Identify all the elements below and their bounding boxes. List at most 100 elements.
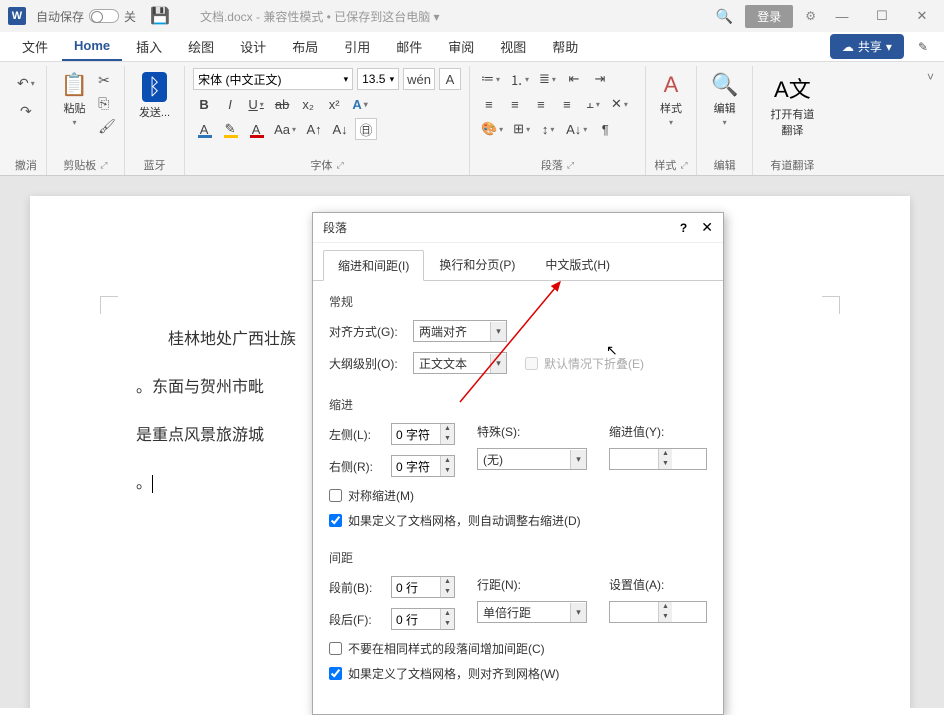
font-color-button[interactable]: A: [245, 118, 267, 140]
alignment-select[interactable]: 两端对齐▾: [413, 320, 507, 342]
save-icon[interactable]: 💾: [150, 6, 170, 26]
bluetooth-send-button[interactable]: ᛒ 发送...: [133, 68, 176, 153]
spin-up-icon[interactable]: ▲: [441, 577, 454, 587]
spin-down-icon[interactable]: ▼: [441, 434, 454, 444]
tab-line-break[interactable]: 换行和分页(P): [424, 249, 530, 280]
mirror-indent-checkbox[interactable]: 对称缩进(M): [329, 487, 707, 504]
phonetic-guide-icon[interactable]: wén: [403, 68, 435, 90]
subscript-button[interactable]: x₂: [297, 93, 319, 115]
no-space-checkbox[interactable]: 不要在相同样式的段落间增加间距(C): [329, 640, 707, 657]
dialog-titlebar[interactable]: 段落 ? ✕: [313, 213, 723, 243]
justify-button[interactable]: ≡: [556, 93, 578, 115]
font-launcher[interactable]: ⤢: [336, 160, 343, 171]
tab-chinese-layout[interactable]: 中文版式(H): [530, 249, 625, 280]
redo-button[interactable]: ↷: [14, 100, 38, 122]
superscript-button[interactable]: x²: [323, 93, 345, 115]
tab-insert[interactable]: 插入: [124, 31, 174, 62]
numbering-button[interactable]: ⒈: [507, 68, 532, 90]
tab-view[interactable]: 视图: [488, 31, 538, 62]
tab-indent-spacing[interactable]: 缩进和间距(I): [323, 250, 424, 281]
styles-launcher[interactable]: ⤢: [680, 160, 687, 171]
spin-up-icon[interactable]: ▲: [441, 609, 454, 619]
tab-references[interactable]: 引用: [332, 31, 382, 62]
tab-file[interactable]: 文件: [10, 31, 60, 62]
snap-grid-checkbox[interactable]: 如果定义了文档网格，则对齐到网格(W): [329, 665, 707, 682]
set-value-input[interactable]: ▲▼: [609, 601, 707, 623]
change-case-button[interactable]: Aa: [271, 118, 299, 140]
tab-mail[interactable]: 邮件: [384, 31, 434, 62]
paragraph-launcher[interactable]: ⤢: [567, 160, 574, 171]
spin-down-icon[interactable]: ▼: [441, 466, 454, 476]
highlight-button[interactable]: ✎: [219, 118, 241, 140]
indent-value-input[interactable]: ▲▼: [609, 448, 707, 470]
spin-down-icon[interactable]: ▼: [659, 459, 672, 469]
sort-button[interactable]: A↓: [563, 118, 590, 140]
bold-button[interactable]: B: [193, 93, 215, 115]
align-right-button[interactable]: ≡: [530, 93, 552, 115]
settings-icon[interactable]: ⚙: [805, 9, 816, 23]
comments-button[interactable]: ✎: [910, 36, 936, 58]
font-size-select[interactable]: 13.5▾: [357, 68, 399, 90]
dialog-help-button[interactable]: ?: [680, 221, 687, 235]
minimize-button[interactable]: —: [828, 9, 856, 24]
special-select[interactable]: (无)▾: [477, 448, 587, 470]
enclose-char-button[interactable]: ㊐: [355, 118, 377, 140]
copy-icon[interactable]: ⎘: [98, 95, 116, 112]
switch-off-icon[interactable]: [89, 9, 119, 23]
text-direction-button[interactable]: ✕: [608, 93, 631, 115]
close-button[interactable]: ✕: [908, 8, 936, 24]
line-spacing-select[interactable]: 单倍行距▾: [477, 601, 587, 623]
spin-up-icon[interactable]: ▲: [659, 602, 672, 612]
spin-up-icon[interactable]: ▲: [659, 449, 672, 459]
share-button[interactable]: ☁ 共享 ▾: [830, 34, 904, 59]
char-border-icon[interactable]: A: [439, 68, 461, 90]
italic-button[interactable]: I: [219, 93, 241, 115]
spin-up-icon[interactable]: ▲: [441, 456, 454, 466]
translate-button[interactable]: A文 打开有道翻译: [761, 68, 823, 153]
styles-button[interactable]: A 样式 ▾: [654, 68, 688, 153]
shading-button[interactable]: 🎨: [478, 118, 506, 140]
spin-down-icon[interactable]: ▼: [441, 619, 454, 629]
shrink-font-button[interactable]: A↓: [329, 118, 351, 140]
spin-down-icon[interactable]: ▼: [441, 587, 454, 597]
tab-review[interactable]: 审阅: [436, 31, 486, 62]
auto-adjust-checkbox[interactable]: 如果定义了文档网格，则自动调整右缩进(D): [329, 512, 707, 529]
autosave-toggle[interactable]: 自动保存 关: [36, 8, 136, 25]
edit-button[interactable]: 🔍 编辑 ▾: [705, 68, 744, 153]
paste-button[interactable]: 📋 粘贴 ▾: [55, 68, 94, 153]
borders-button[interactable]: ⊞: [510, 118, 533, 140]
increase-indent-button[interactable]: ⇥: [589, 68, 611, 90]
undo-button[interactable]: ↶: [14, 72, 38, 94]
text-effects-button[interactable]: A: [349, 93, 371, 115]
login-button[interactable]: 登录: [745, 5, 793, 28]
font-shading-button[interactable]: A: [193, 118, 215, 140]
distribute-button[interactable]: ⫠: [582, 93, 604, 115]
multilevel-button[interactable]: ≣: [536, 68, 559, 90]
format-painter-icon[interactable]: 🖌: [98, 118, 116, 135]
font-name-select[interactable]: 宋体 (中文正文)▾: [193, 68, 353, 90]
align-left-button[interactable]: ≡: [478, 93, 500, 115]
line-spacing-button[interactable]: ↕: [537, 118, 559, 140]
tab-design[interactable]: 设计: [228, 31, 278, 62]
outline-select[interactable]: 正文文本▾: [413, 352, 507, 374]
before-spacing-input[interactable]: ▲▼: [391, 576, 455, 598]
spin-down-icon[interactable]: ▼: [659, 612, 672, 622]
grow-font-button[interactable]: A↑: [303, 118, 325, 140]
after-spacing-input[interactable]: ▲▼: [391, 608, 455, 630]
clipboard-launcher[interactable]: ⤢: [100, 160, 107, 171]
cut-icon[interactable]: ✂: [98, 72, 116, 89]
dialog-close-button[interactable]: ✕: [701, 219, 713, 236]
maximize-button[interactable]: ☐: [868, 8, 896, 24]
align-center-button[interactable]: ≡: [504, 93, 526, 115]
decrease-indent-button[interactable]: ⇤: [563, 68, 585, 90]
strike-button[interactable]: ab: [271, 93, 293, 115]
spin-up-icon[interactable]: ▲: [441, 424, 454, 434]
bullets-button[interactable]: ≔: [478, 68, 503, 90]
left-indent-input[interactable]: ▲▼: [391, 423, 455, 445]
search-icon[interactable]: 🔍: [716, 8, 733, 25]
right-indent-input[interactable]: ▲▼: [391, 455, 455, 477]
show-marks-button[interactable]: ¶: [594, 118, 616, 140]
tab-help[interactable]: 帮助: [540, 31, 590, 62]
tab-layout[interactable]: 布局: [280, 31, 330, 62]
underline-button[interactable]: U: [245, 93, 267, 115]
